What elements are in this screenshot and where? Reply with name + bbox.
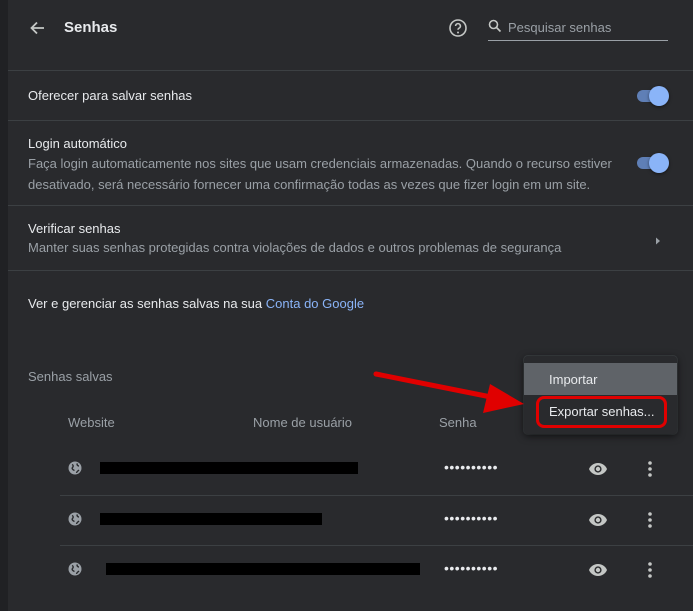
password-row: •••••••••• — [60, 445, 693, 495]
help-icon[interactable] — [448, 18, 468, 38]
google-account-row: Ver e gerenciar as senhas salvas na sua … — [8, 270, 693, 331]
search-box — [488, 14, 668, 41]
auto-login-description: Faça login automaticamente nos sites que… — [28, 156, 612, 192]
offer-save-row: Oferecer para salvar senhas — [8, 70, 693, 121]
page-title: Senhas — [64, 19, 118, 36]
globe-icon — [68, 562, 82, 576]
page-header: Senhas — [8, 0, 693, 56]
password-row: •••••••••• — [60, 495, 693, 546]
eye-icon[interactable] — [588, 461, 608, 477]
more-actions-icon[interactable] — [646, 510, 654, 530]
back-arrow-icon[interactable] — [28, 18, 48, 38]
redacted-credentials — [100, 462, 358, 474]
google-account-link[interactable]: Conta do Google — [266, 296, 364, 311]
check-passwords-label: Verificar senhas — [28, 221, 121, 236]
eye-icon[interactable] — [588, 562, 608, 578]
auto-login-row: Login automático Faça login automaticame… — [8, 120, 693, 206]
password-mask: •••••••••• — [444, 510, 499, 526]
saved-passwords-title: Senhas salvas — [28, 369, 113, 384]
globe-icon — [68, 512, 82, 526]
redacted-credentials — [106, 563, 420, 575]
globe-icon — [68, 461, 82, 475]
more-actions-icon[interactable] — [646, 459, 654, 479]
menu-item-import[interactable]: Importar — [524, 363, 677, 395]
auto-login-label: Login automático — [28, 136, 128, 151]
column-password: Senha — [439, 415, 477, 430]
auto-login-toggle[interactable] — [635, 153, 669, 173]
password-mask: •••••••••• — [444, 560, 499, 576]
chevron-right-icon — [656, 237, 660, 245]
more-actions-icon[interactable] — [646, 560, 654, 580]
password-row: •••••••••• — [60, 545, 693, 596]
redacted-credentials — [100, 513, 322, 525]
search-icon — [488, 19, 502, 33]
column-website: Website — [68, 415, 115, 430]
check-passwords-row[interactable]: Verificar senhas Manter suas senhas prot… — [8, 205, 693, 271]
settings-card: Senhas Oferecer para salvar senhas Login… — [8, 0, 693, 611]
eye-icon[interactable] — [588, 512, 608, 528]
password-mask: •••••••••• — [444, 459, 499, 475]
offer-save-label: Oferecer para salvar senhas — [28, 88, 193, 103]
offer-save-toggle[interactable] — [635, 86, 669, 106]
google-account-text: Ver e gerenciar as senhas salvas na sua … — [28, 296, 365, 311]
check-passwords-description: Manter suas senhas protegidas contra vio… — [28, 240, 562, 255]
column-username: Nome de usuário — [253, 415, 352, 430]
export-highlight-box — [536, 396, 667, 428]
search-input[interactable] — [508, 17, 658, 37]
